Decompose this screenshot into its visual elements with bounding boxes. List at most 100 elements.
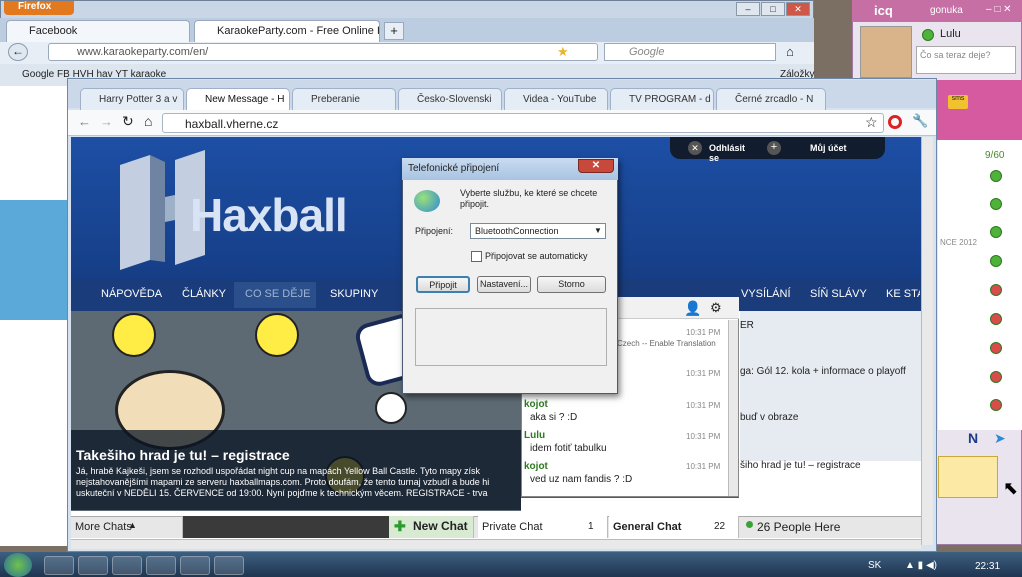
tab-karaokeparty[interactable]: KaraokeParty.com - Free Online Kara... <box>194 20 380 42</box>
account-link[interactable]: Můj účet <box>810 143 847 153</box>
new-tab-button[interactable]: + <box>384 22 404 40</box>
reload-icon[interactable]: ↻ <box>122 113 134 130</box>
icq-note: NCE 2012 <box>940 238 977 247</box>
translate-link[interactable]: Czech -- Enable Translation <box>617 339 727 348</box>
contact-status-icon[interactable] <box>990 371 1002 383</box>
add-user-icon[interactable]: 👤 <box>684 300 701 317</box>
firefox-page-banner <box>0 200 70 320</box>
forward-icon[interactable]: → <box>100 114 113 129</box>
icq-taskbar-icon[interactable] <box>214 556 244 575</box>
chrome-url-input[interactable]: haxball.vherne.cz <box>162 113 884 133</box>
plus-icon[interactable]: + <box>767 141 781 155</box>
contact-status-icon[interactable] <box>990 284 1002 296</box>
tray-icons[interactable]: ▲ ▮ ◀) <box>905 560 937 571</box>
close-button[interactable]: ✕ <box>786 2 810 16</box>
yellow-ball <box>255 313 299 357</box>
chrome-taskbar-icon[interactable] <box>44 556 74 575</box>
hero-title[interactable]: Takešiho hrad je tu! – registrace <box>76 447 290 463</box>
tab-cesko-slovenski[interactable]: Česko-Slovenski <box>398 88 502 110</box>
icq-status-input[interactable]: Čo sa teraz deje? <box>916 46 1016 74</box>
contact-status-icon[interactable] <box>990 170 1002 182</box>
menu-skupiny[interactable]: SKUPINY <box>330 288 378 300</box>
private-chat-count: 1 <box>588 521 594 532</box>
plus-icon: ✚ <box>394 518 406 534</box>
media-taskbar-icon[interactable] <box>146 556 176 575</box>
back-icon[interactable]: ← <box>78 114 91 129</box>
star-icon[interactable]: ☆ <box>865 114 878 131</box>
app-taskbar-icon[interactable] <box>112 556 142 575</box>
connection-select[interactable]: BluetoothConnection <box>470 223 606 239</box>
maximize-button[interactable]: □ <box>761 2 785 16</box>
language-indicator[interactable]: SK <box>868 560 881 571</box>
menu-clanky[interactable]: ČLÁNKY <box>182 288 226 300</box>
tab-cerne-zrcadlo[interactable]: Černé zrcadlo - N <box>716 88 826 110</box>
icq-online-count: 9/60 <box>985 150 1005 161</box>
close-icon[interactable]: ✕ <box>688 141 702 155</box>
tab-new-message[interactable]: New Message - H <box>186 88 290 110</box>
tab-harry-potter[interactable]: Harry Potter 3 a v <box>80 88 184 110</box>
skype-taskbar-icon[interactable] <box>180 556 210 575</box>
chat-input[interactable] <box>521 497 739 515</box>
horizontal-scrollbar[interactable] <box>71 539 921 549</box>
menu-napoveda[interactable]: NÁPOVĚDA <box>101 288 162 300</box>
firefox-taskbar-icon[interactable] <box>78 556 108 575</box>
adblock-icon[interactable] <box>888 115 902 129</box>
logout-link[interactable]: Odhlásit se <box>709 143 745 163</box>
tab-facebook[interactable]: Facebook <box>6 20 190 42</box>
hero-text: Já, hrabě Kajkeši, jsem se rozhodl uspoř… <box>76 466 490 498</box>
connect-button[interactable]: Připojit <box>416 276 470 293</box>
auto-connect-checkbox[interactable] <box>471 251 482 262</box>
contact-status-icon[interactable] <box>990 313 1002 325</box>
site-logo[interactable]: Haxball <box>190 188 348 242</box>
dialog-status-area <box>415 308 607 366</box>
contact-status-icon[interactable] <box>990 399 1002 411</box>
chevron-down-icon[interactable]: ▼ <box>594 226 602 235</box>
contact-status-icon[interactable] <box>990 226 1002 238</box>
chat-scrollbar[interactable] <box>728 320 738 496</box>
gear-icon[interactable]: ⚙ <box>710 300 722 316</box>
minimize-button[interactable]: – <box>736 2 760 16</box>
firefox-search-input[interactable]: Google <box>604 43 776 61</box>
news-item[interactable]: ER <box>740 320 754 331</box>
back-icon[interactable]: ← <box>8 43 28 61</box>
menu-co-se-deje[interactable]: CO SE DĚJE <box>245 288 310 300</box>
page-scrollbar[interactable] <box>921 137 933 545</box>
icq-window-controls[interactable]: – □ ✕ <box>986 4 1012 15</box>
icq-message-box[interactable] <box>938 456 998 498</box>
people-count[interactable]: 26 People Here <box>757 520 840 534</box>
send-icon[interactable]: ➤ <box>994 430 1006 447</box>
contact-status-icon[interactable] <box>990 255 1002 267</box>
start-button[interactable] <box>4 553 32 577</box>
menu-vysilani[interactable]: VYSÍLÁNÍ <box>741 288 791 300</box>
contact-status-icon[interactable] <box>990 198 1002 210</box>
contact-status-icon[interactable] <box>990 342 1002 354</box>
n-icon[interactable]: N <box>968 430 978 446</box>
message-text: ved uz nam fandis ? :D <box>530 474 633 485</box>
menu-ke-stazeni[interactable]: KE STA <box>886 288 920 300</box>
firefox-url-input[interactable]: www.karaokeparty.com/en/ <box>48 43 598 61</box>
home-icon[interactable]: ⌂ <box>144 113 152 129</box>
online-dot-icon <box>746 521 753 528</box>
icq-status[interactable]: gonuka <box>930 5 963 16</box>
wrench-icon[interactable]: 🔧 <box>912 113 928 129</box>
tab-preberanie[interactable]: Preberanie <box>292 88 396 110</box>
star-icon[interactable]: ★ <box>557 44 569 60</box>
connection-label: Připojení: <box>415 226 454 236</box>
cancel-button[interactable]: Storno <box>537 276 606 293</box>
mouse-cursor-icon: ⬉ <box>1003 478 1019 498</box>
home-icon[interactable]: ⌂ <box>786 44 794 59</box>
firefox-menu-button[interactable]: Firefox <box>4 1 74 15</box>
news-item[interactable]: šiho hrad je tu! – registrace <box>740 460 920 471</box>
clock[interactable]: 22:31 <box>975 561 1000 572</box>
more-chats-button[interactable]: More Chats <box>71 516 183 538</box>
message-time: 10:31 PM <box>686 369 721 378</box>
sms-icon[interactable]: sms <box>948 95 968 109</box>
tab-youtube[interactable]: Videa - YouTube <box>504 88 608 110</box>
news-item[interactable]: ga: Gól 12. kola + informace o playoff <box>740 366 920 377</box>
tab-tv-program[interactable]: TV PROGRAM - d <box>610 88 714 110</box>
menu-sin-slavy[interactable]: SÍŇ SLÁVY <box>810 288 867 300</box>
dialog-close-button[interactable]: ✕ <box>578 159 614 173</box>
news-item[interactable]: buď v obraze <box>740 412 798 423</box>
settings-button[interactable]: Nastavení... <box>477 276 531 293</box>
icq-contact-name: Lulu <box>940 28 961 40</box>
